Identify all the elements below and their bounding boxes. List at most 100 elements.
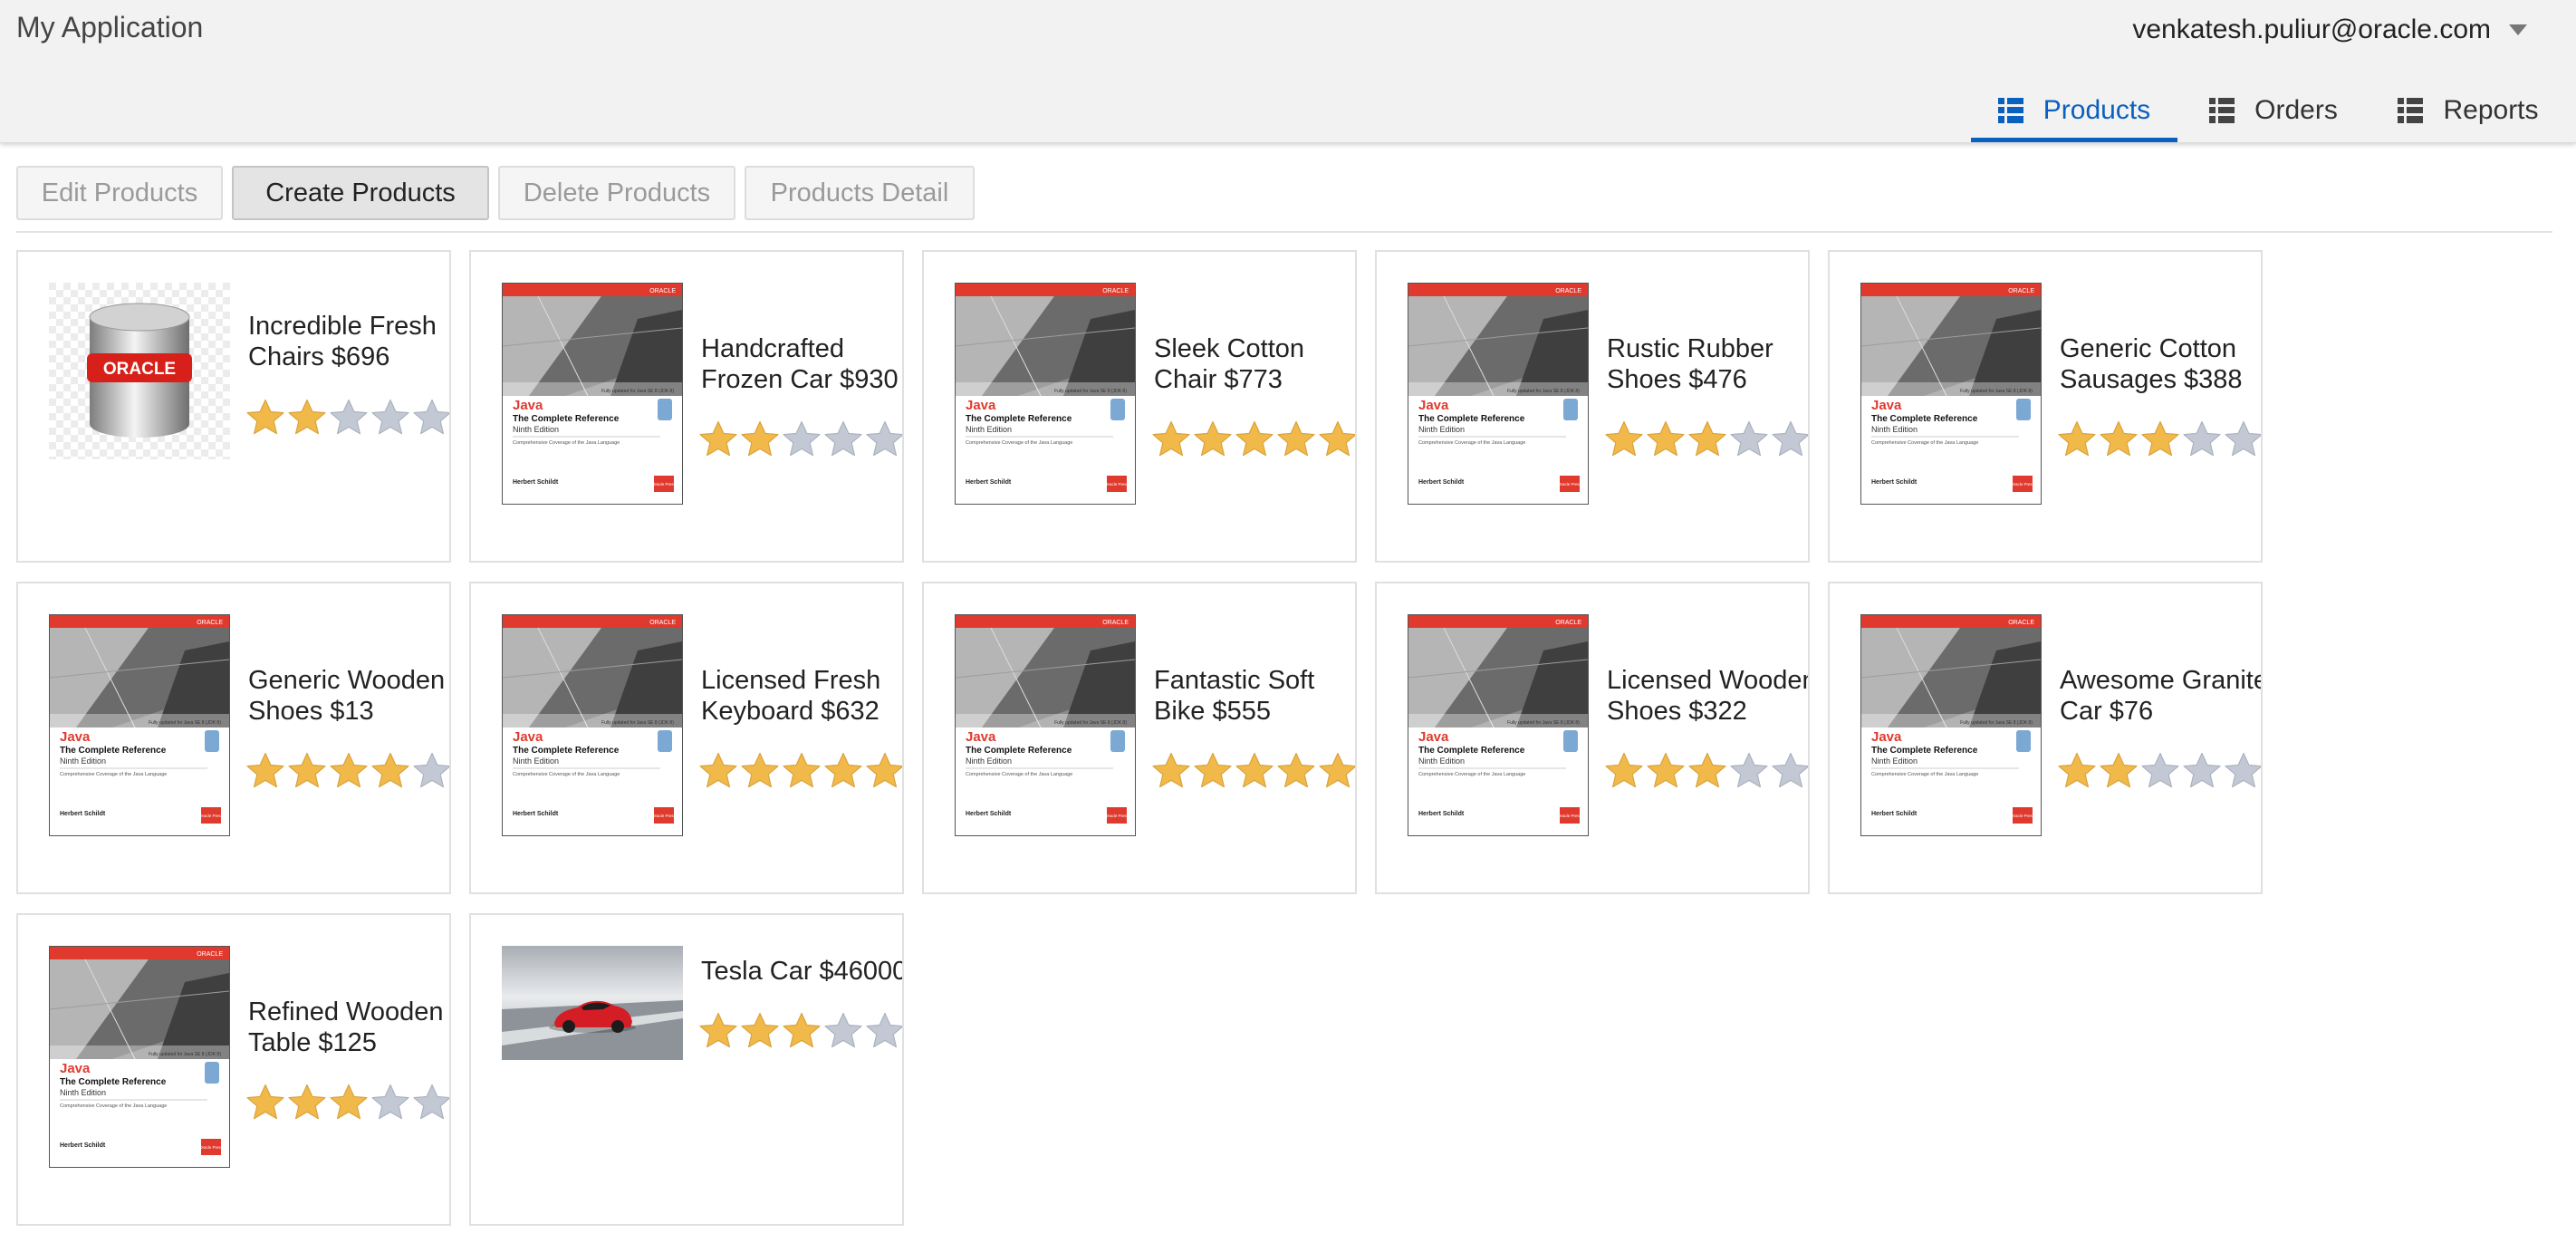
table-icon	[1997, 98, 2023, 123]
star-rating[interactable]	[697, 750, 904, 792]
tab-products[interactable]: Products	[1971, 83, 2177, 142]
star-filled-icon[interactable]	[864, 750, 904, 792]
star-filled-icon[interactable]	[1687, 750, 1728, 792]
star-filled-icon[interactable]	[245, 1082, 286, 1123]
star-rating[interactable]	[1603, 750, 1810, 792]
star-filled-icon[interactable]	[328, 1082, 370, 1123]
star-empty-icon[interactable]	[781, 419, 822, 460]
product-card[interactable]: ORACLE Fully updated for Java SE 8 (JDK 8…	[16, 582, 451, 894]
star-filled-icon[interactable]	[1150, 750, 1192, 792]
star-filled-icon[interactable]	[286, 1082, 328, 1123]
product-card[interactable]: ORACLE Fully updated for Java SE 8 (JDK 8…	[922, 250, 1357, 563]
star-empty-icon[interactable]	[2181, 750, 2223, 792]
star-rating[interactable]	[245, 750, 451, 792]
star-filled-icon[interactable]	[2139, 419, 2181, 460]
star-filled-icon[interactable]	[739, 419, 781, 460]
product-card[interactable]: ORACLE Fully updated for Java SE 8 (JDK 8…	[1375, 582, 1810, 894]
star-filled-icon[interactable]	[781, 1010, 822, 1052]
star-filled-icon[interactable]	[1192, 419, 1234, 460]
star-filled-icon[interactable]	[2098, 419, 2139, 460]
star-empty-icon[interactable]	[2139, 750, 2181, 792]
star-empty-icon[interactable]	[2223, 750, 2263, 792]
svg-text:Comprehensive Coverage of the: Comprehensive Coverage of the Java Langu…	[966, 772, 1072, 777]
svg-text:Ninth Edition: Ninth Edition	[966, 756, 1012, 766]
star-filled-icon[interactable]	[2056, 750, 2098, 792]
user-menu[interactable]: venkatesh.puliur@oracle.com	[2132, 14, 2527, 45]
star-filled-icon[interactable]	[697, 750, 739, 792]
star-empty-icon[interactable]	[2181, 419, 2223, 460]
star-rating[interactable]	[245, 397, 451, 438]
star-rating[interactable]	[697, 419, 904, 460]
star-empty-icon[interactable]	[1728, 750, 1770, 792]
star-filled-icon[interactable]	[286, 750, 328, 792]
svg-text:Java: Java	[966, 729, 996, 745]
star-rating[interactable]	[245, 1082, 451, 1123]
star-empty-icon[interactable]	[411, 750, 451, 792]
table-icon	[2209, 98, 2235, 123]
star-filled-icon[interactable]	[245, 750, 286, 792]
tab-orders[interactable]: Orders	[2177, 83, 2369, 138]
star-empty-icon[interactable]	[822, 1010, 864, 1052]
star-filled-icon[interactable]	[1150, 419, 1192, 460]
products-detail-button[interactable]: Products Detail	[745, 166, 975, 220]
star-rating[interactable]	[1603, 419, 1810, 460]
star-empty-icon[interactable]	[370, 397, 411, 438]
product-card[interactable]: ORACLE Fully updated for Java SE 8 (JDK 8…	[1375, 250, 1810, 563]
star-empty-icon[interactable]	[822, 419, 864, 460]
star-rating[interactable]	[2056, 750, 2263, 792]
star-empty-icon[interactable]	[411, 1082, 451, 1123]
star-filled-icon[interactable]	[1275, 750, 1317, 792]
star-filled-icon[interactable]	[781, 750, 822, 792]
star-rating[interactable]	[697, 1010, 904, 1052]
star-rating[interactable]	[2056, 419, 2263, 460]
product-card[interactable]: ORACLE Fully updated for Java SE 8 (JDK 8…	[16, 913, 451, 1226]
chevron-down-icon[interactable]	[2509, 24, 2527, 35]
star-empty-icon[interactable]	[1770, 750, 1810, 792]
star-filled-icon[interactable]	[822, 750, 864, 792]
book-cover-image: ORACLE Fully updated for Java SE 8 (JDK 8…	[1407, 613, 1590, 837]
star-empty-icon[interactable]	[1770, 419, 1810, 460]
star-filled-icon[interactable]	[1687, 419, 1728, 460]
star-filled-icon[interactable]	[1275, 419, 1317, 460]
star-filled-icon[interactable]	[2056, 419, 2098, 460]
star-empty-icon[interactable]	[2223, 419, 2263, 460]
star-empty-icon[interactable]	[411, 397, 451, 438]
star-filled-icon[interactable]	[286, 397, 328, 438]
delete-products-button[interactable]: Delete Products	[498, 166, 735, 220]
product-card[interactable]: ORACLE Fully updated for Java SE 8 (JDK 8…	[922, 582, 1357, 894]
star-filled-icon[interactable]	[1234, 750, 1275, 792]
star-filled-icon[interactable]	[1234, 419, 1275, 460]
product-card[interactable]: ORACLE Fully updated for Java SE 8 (JDK 8…	[469, 582, 904, 894]
star-filled-icon[interactable]	[370, 750, 411, 792]
product-card[interactable]: Tesla Car $46000	[469, 913, 904, 1226]
star-rating[interactable]	[1150, 419, 1357, 460]
star-filled-icon[interactable]	[739, 750, 781, 792]
product-card[interactable]: ORACLE Fully updated for Java SE 8 (JDK 8…	[469, 250, 904, 563]
star-empty-icon[interactable]	[1728, 419, 1770, 460]
star-filled-icon[interactable]	[2098, 750, 2139, 792]
star-filled-icon[interactable]	[245, 397, 286, 438]
star-filled-icon[interactable]	[328, 750, 370, 792]
star-empty-icon[interactable]	[864, 1010, 904, 1052]
star-filled-icon[interactable]	[697, 1010, 739, 1052]
star-filled-icon[interactable]	[1317, 419, 1357, 460]
star-filled-icon[interactable]	[1603, 750, 1645, 792]
star-empty-icon[interactable]	[370, 1082, 411, 1123]
product-card[interactable]: ORACLE Fully updated for Java SE 8 (JDK 8…	[1828, 250, 2263, 563]
edit-products-button[interactable]: Edit Products	[16, 166, 223, 220]
star-filled-icon[interactable]	[739, 1010, 781, 1052]
star-filled-icon[interactable]	[697, 419, 739, 460]
product-card[interactable]: ORACLE Incredible Fresh Chairs $696	[16, 250, 451, 563]
star-empty-icon[interactable]	[864, 419, 904, 460]
star-empty-icon[interactable]	[328, 397, 370, 438]
create-products-button[interactable]: Create Products	[232, 166, 489, 220]
product-card[interactable]: ORACLE Fully updated for Java SE 8 (JDK 8…	[1828, 582, 2263, 894]
tab-reports[interactable]: Reports	[2369, 83, 2567, 138]
star-filled-icon[interactable]	[1645, 750, 1687, 792]
star-filled-icon[interactable]	[1645, 419, 1687, 460]
star-filled-icon[interactable]	[1192, 750, 1234, 792]
star-filled-icon[interactable]	[1603, 419, 1645, 460]
star-rating[interactable]	[1150, 750, 1357, 792]
svg-text:Comprehensive Coverage of the: Comprehensive Coverage of the Java Langu…	[1871, 440, 1978, 446]
star-filled-icon[interactable]	[1317, 750, 1357, 792]
